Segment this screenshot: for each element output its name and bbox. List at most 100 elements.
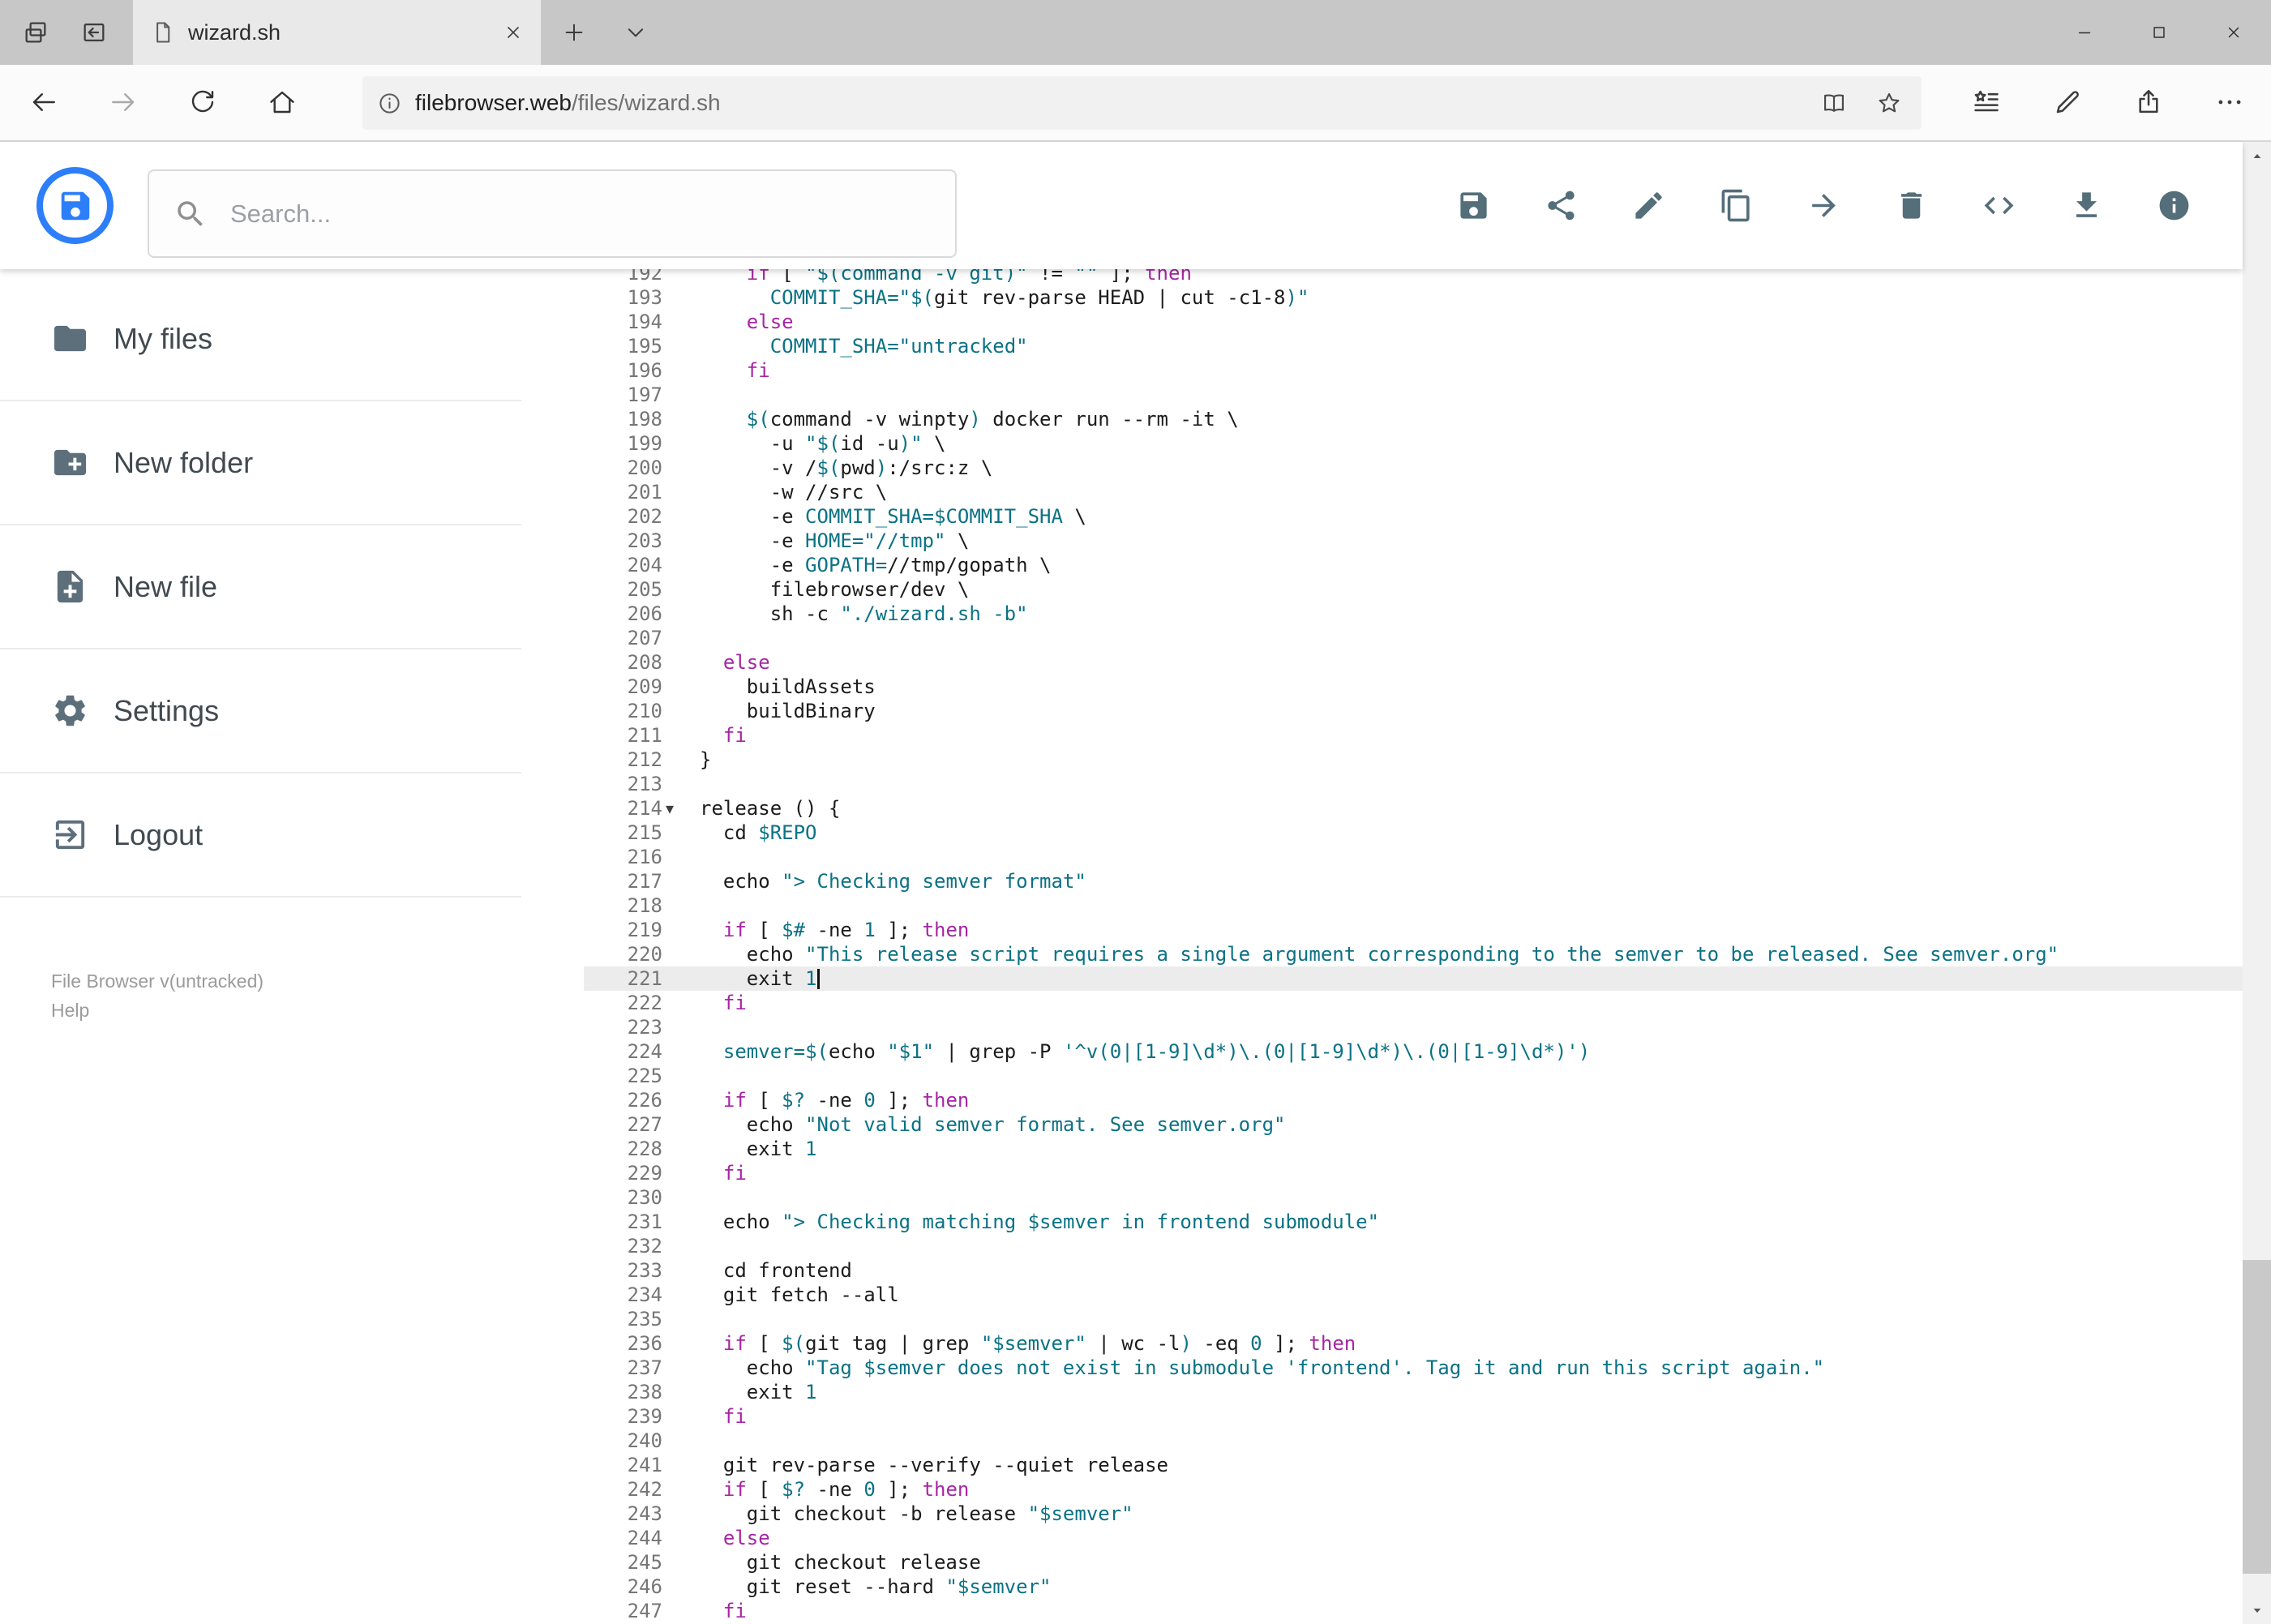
code-line-195[interactable]: 195 COMMIT_SHA="untracked" <box>584 334 2243 358</box>
code-line-193[interactable]: 193 COMMIT_SHA="$(git rev-parse HEAD | c… <box>584 285 2243 310</box>
back-button[interactable] <box>21 78 66 126</box>
forward-button[interactable] <box>101 78 146 126</box>
search-box[interactable] <box>148 169 957 258</box>
share-button[interactable] <box>2124 78 2173 126</box>
code-line-239[interactable]: 239 fi <box>584 1404 2243 1429</box>
sidebar-item-my-files[interactable]: My files <box>0 277 521 401</box>
code-line-221[interactable]: 221 exit 1 <box>584 966 2243 991</box>
app-logo[interactable] <box>36 167 114 244</box>
code-line-226[interactable]: 226 if [ $? -ne 0 ]; then <box>584 1088 2243 1112</box>
code-line-242[interactable]: 242 if [ $? -ne 0 ]; then <box>584 1477 2243 1502</box>
code-line-246[interactable]: 246 git reset --hard "$semver" <box>584 1575 2243 1599</box>
code-line-218[interactable]: 218 <box>584 893 2243 918</box>
code-line-211[interactable]: 211 fi <box>584 723 2243 748</box>
code-line-198[interactable]: 198 $(command -v winpty) docker run --rm… <box>584 407 2243 431</box>
web-note-button[interactable] <box>2043 78 2092 126</box>
code-line-201[interactable]: 201 -w //src \ <box>584 480 2243 504</box>
refresh-button[interactable] <box>180 78 225 126</box>
code-line-224[interactable]: 224 semver=$(echo "$1" | grep -P '^v(0|[… <box>584 1039 2243 1064</box>
code-line-215[interactable]: 215 cd $REPO <box>584 821 2243 845</box>
reading-view-icon[interactable] <box>1821 90 1847 116</box>
code-line-219[interactable]: 219 if [ $# -ne 1 ]; then <box>584 918 2243 942</box>
code-line-241[interactable]: 241 git rev-parse --verify --quiet relea… <box>584 1453 2243 1477</box>
code-line-206[interactable]: 206 sh -c "./wizard.sh -b" <box>584 602 2243 626</box>
code-line-223[interactable]: 223 <box>584 1015 2243 1039</box>
code-line-208[interactable]: 208 else <box>584 650 2243 675</box>
code-line-233[interactable]: 233 cd frontend <box>584 1258 2243 1283</box>
code-line-212[interactable]: 212} <box>584 748 2243 772</box>
code-line-192[interactable]: 192 if [ "$(command -v git)" != "" ]; th… <box>584 269 2243 285</box>
move-button[interactable] <box>1798 180 1849 232</box>
favorite-star-icon[interactable] <box>1876 90 1902 116</box>
code-line-243[interactable]: 243 git checkout -b release "$semver" <box>584 1502 2243 1526</box>
code-line-235[interactable]: 235 <box>584 1307 2243 1331</box>
sidebar-item-settings[interactable]: Settings <box>0 649 521 773</box>
more-options-button[interactable] <box>2205 78 2254 126</box>
code-line-216[interactable]: 216 <box>584 845 2243 869</box>
tab-list-button[interactable] <box>610 0 662 65</box>
code-editor[interactable]: 192 if [ "$(command -v git)" != "" ]; th… <box>584 269 2243 1624</box>
code-line-214[interactable]: 214 ▾ release () { <box>584 796 2243 821</box>
minimize-button[interactable] <box>2047 0 2122 65</box>
help-link[interactable]: Help <box>51 996 264 1025</box>
code-line-202[interactable]: 202 -e COMMIT_SHA=$COMMIT_SHA \ <box>584 504 2243 529</box>
code-line-196[interactable]: 196 fi <box>584 358 2243 383</box>
delete-button[interactable] <box>1885 180 1937 232</box>
save-button[interactable] <box>1447 180 1499 232</box>
sidebar-item-new-file[interactable]: New file <box>0 525 521 649</box>
code-line-222[interactable]: 222 fi <box>584 991 2243 1015</box>
info-button[interactable] <box>2148 180 2200 232</box>
code-line-230[interactable]: 230 <box>584 1185 2243 1210</box>
browser-tab[interactable]: wizard.sh <box>133 0 541 65</box>
code-line-205[interactable]: 205 filebrowser/dev \ <box>584 577 2243 602</box>
sidebar-item-new-folder[interactable]: New folder <box>0 401 521 525</box>
tab-preview-button[interactable] <box>6 0 65 65</box>
code-line-217[interactable]: 217 echo "> Checking semver format" <box>584 869 2243 893</box>
tab-close-icon[interactable] <box>503 23 523 42</box>
scroll-up-button[interactable] <box>2243 142 2271 170</box>
code-line-237[interactable]: 237 echo "Tag $semver does not exist in … <box>584 1356 2243 1380</box>
raw-code-button[interactable] <box>1973 180 2025 232</box>
code-line-247[interactable]: 247 fi <box>584 1599 2243 1623</box>
code-line-234[interactable]: 234 git fetch --all <box>584 1283 2243 1307</box>
code-line-225[interactable]: 225 <box>584 1064 2243 1088</box>
sidebar-item-logout[interactable]: Logout <box>0 773 521 898</box>
code-line-204[interactable]: 204 -e GOPATH=//tmp/gopath \ <box>584 553 2243 577</box>
code-line-231[interactable]: 231 echo "> Checking matching $semver in… <box>584 1210 2243 1234</box>
maximize-button[interactable] <box>2122 0 2196 65</box>
code-line-220[interactable]: 220 echo "This release script requires a… <box>584 942 2243 966</box>
code-line-194[interactable]: 194 else <box>584 310 2243 334</box>
home-button[interactable] <box>259 78 305 126</box>
scroll-down-button[interactable] <box>2243 1596 2271 1624</box>
code-line-207[interactable]: 207 <box>584 626 2243 650</box>
code-line-203[interactable]: 203 -e HOME="//tmp" \ <box>584 529 2243 553</box>
new-tab-button[interactable] <box>545 0 603 65</box>
code-line-200[interactable]: 200 -v /$(pwd):/src:z \ <box>584 456 2243 480</box>
page-scrollbar[interactable] <box>2243 142 2271 1624</box>
edit-button[interactable] <box>1622 180 1674 232</box>
code-line-232[interactable]: 232 <box>584 1234 2243 1258</box>
code-line-213[interactable]: 213 <box>584 772 2243 796</box>
download-button[interactable] <box>2060 180 2112 232</box>
code-line-227[interactable]: 227 echo "Not valid semver format. See s… <box>584 1112 2243 1137</box>
favorites-hub-button[interactable] <box>1962 78 2011 126</box>
code-line-236[interactable]: 236 if [ $(git tag | grep "$semver" | wc… <box>584 1331 2243 1356</box>
code-line-244[interactable]: 244 else <box>584 1526 2243 1550</box>
site-info-icon[interactable] <box>377 91 402 116</box>
set-aside-tabs-button[interactable] <box>65 0 123 65</box>
code-line-238[interactable]: 238 exit 1 <box>584 1380 2243 1404</box>
search-input[interactable] <box>229 198 931 229</box>
code-line-245[interactable]: 245 git checkout release <box>584 1550 2243 1575</box>
fold-arrow-icon[interactable]: ▾ <box>662 796 700 821</box>
share-button[interactable] <box>1535 180 1587 232</box>
code-line-229[interactable]: 229 fi <box>584 1161 2243 1185</box>
code-line-209[interactable]: 209 buildAssets <box>584 675 2243 699</box>
address-bar[interactable]: filebrowser.web/files/wizard.sh <box>362 76 1922 130</box>
code-line-228[interactable]: 228 exit 1 <box>584 1137 2243 1161</box>
code-line-197[interactable]: 197 <box>584 383 2243 407</box>
code-line-210[interactable]: 210 buildBinary <box>584 699 2243 723</box>
copy-button[interactable] <box>1710 180 1762 232</box>
close-window-button[interactable] <box>2196 0 2271 65</box>
code-line-240[interactable]: 240 <box>584 1429 2243 1453</box>
scrollbar-thumb[interactable] <box>2243 1260 2271 1574</box>
